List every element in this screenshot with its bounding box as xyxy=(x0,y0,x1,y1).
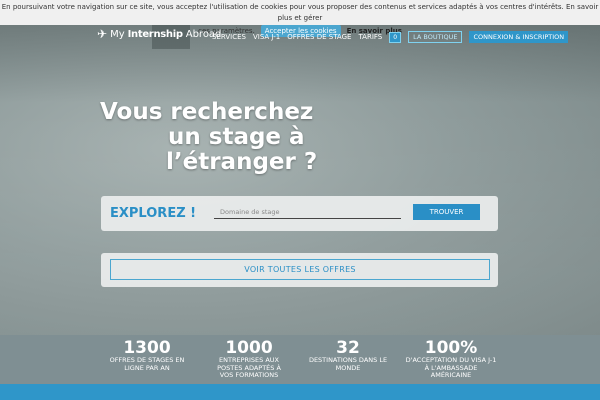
stat-label: ENTREPRISES AUX POSTES ADAPTÉS À VOS FOR… xyxy=(217,356,281,379)
headline-line-2: un stage à xyxy=(168,124,305,150)
cookie-message: En poursuivant votre navigation sur ce s… xyxy=(1,3,599,22)
stat-label: DESTINATIONS DANS LE MONDE xyxy=(308,356,388,372)
stat-number: 100% xyxy=(424,338,478,358)
nav-item-pricing[interactable]: TARIFS xyxy=(358,33,382,41)
nav-item-offers[interactable]: OFFRES DE STAGE xyxy=(287,33,351,41)
top-navigation: ✈ My Internship Abroad SERVICES VISA J-1 O… xyxy=(0,25,600,49)
stat-number: 1300 xyxy=(123,338,171,358)
stat-label: D'ACCEPTATION DU VISA J-1 À L'AMBASSADE … xyxy=(405,356,497,379)
explore-label: EXPLOREZ ! xyxy=(110,206,197,221)
headline-line-1: Vous recherchez xyxy=(100,99,314,125)
stats-band xyxy=(0,335,600,385)
stat-number: 1000 xyxy=(225,338,273,358)
stat-destinations: 32 DESTINATIONS DANS LE MONDE xyxy=(308,339,388,372)
search-button[interactable]: TROUVER xyxy=(413,204,480,220)
hero-background xyxy=(0,25,600,335)
login-signup-button[interactable]: CONNEXION & INSCRIPTION xyxy=(469,31,569,43)
cart-count-badge[interactable]: 0 xyxy=(389,31,402,43)
stat-offers: 1300 OFFRES DE STAGES EN LIGNE PAR AN xyxy=(108,339,186,372)
bottom-accent-bar xyxy=(0,384,600,400)
logo-text-prefix: My xyxy=(110,28,125,40)
stat-number: 32 xyxy=(336,338,360,358)
logo-text-bold: Internship xyxy=(127,28,183,40)
stat-label: OFFRES DE STAGES EN LIGNE PAR AN xyxy=(109,356,185,372)
site-logo[interactable]: ✈ My Internship Abroad xyxy=(97,27,221,41)
stat-companies: 1000 ENTREPRISES AUX POSTES ADAPTÉS À VO… xyxy=(211,339,287,380)
cookie-banner: En poursuivant votre navigation sur ce s… xyxy=(0,0,600,37)
view-all-offers-button[interactable]: VOIR TOUTES LES OFFRES xyxy=(110,259,490,280)
hero-headline: Vous recherchez un stage à l’étranger ? xyxy=(100,100,317,175)
headline-line-3: l’étranger ? xyxy=(166,149,318,175)
stat-visa: 100% D'ACCEPTATION DU VISA J-1 À L'AMBAS… xyxy=(404,339,498,380)
shop-link[interactable]: LA BOUTIQUE xyxy=(408,31,463,43)
nav-item-services[interactable]: SERVICES xyxy=(212,33,246,41)
globe-plane-icon: ✈ xyxy=(97,27,108,41)
internship-domain-input[interactable] xyxy=(214,205,401,219)
nav-item-visa[interactable]: VISA J-1 xyxy=(253,33,280,41)
